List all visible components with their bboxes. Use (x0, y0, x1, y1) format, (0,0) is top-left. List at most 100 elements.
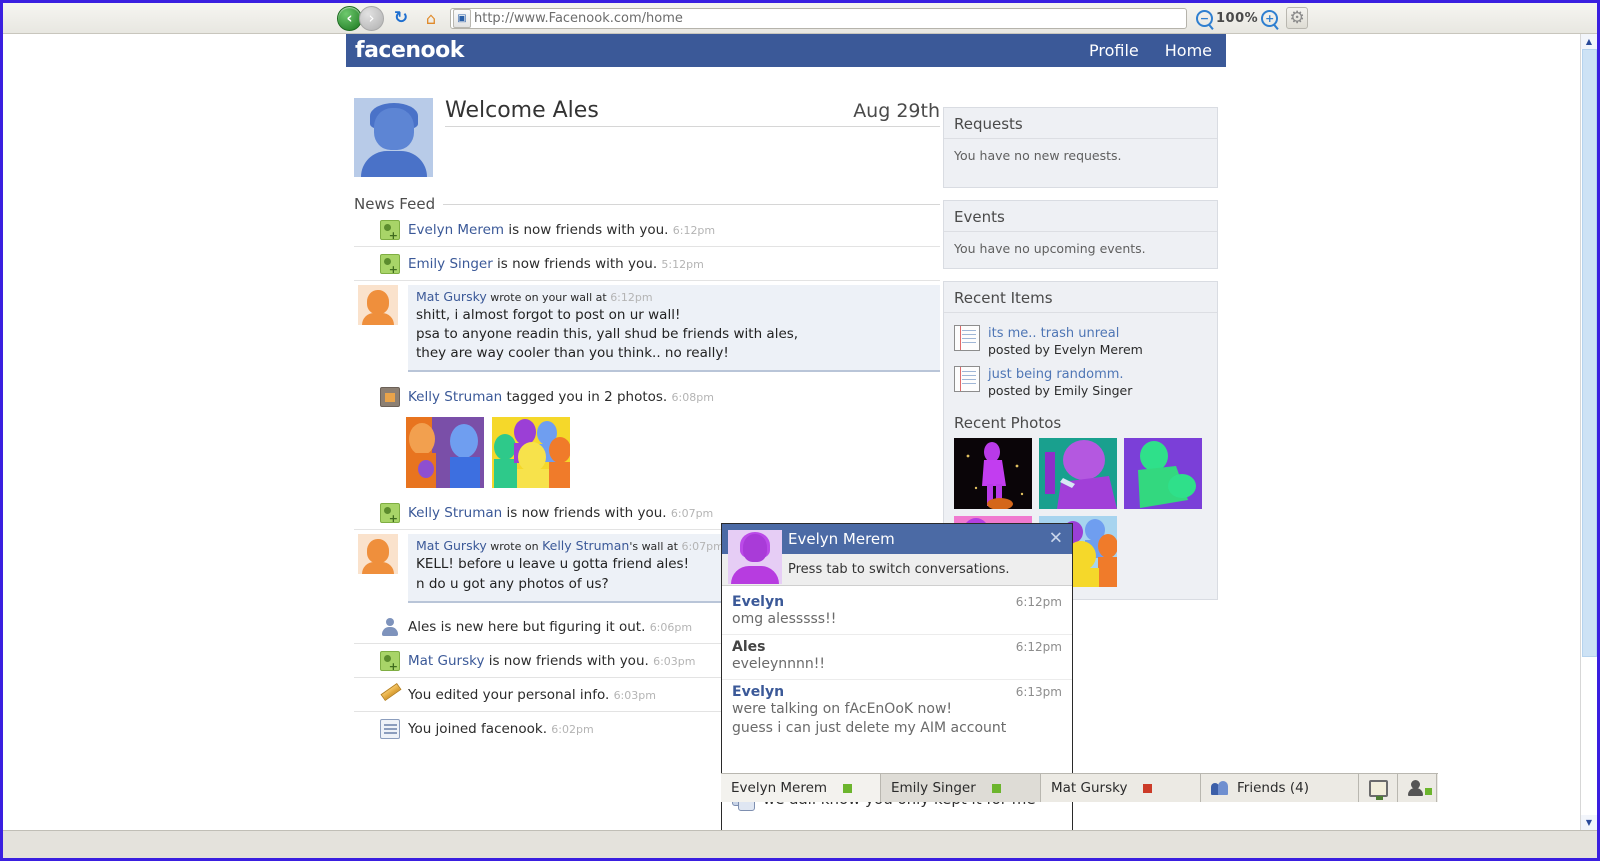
feed-person-link[interactable]: Mat Gursky (416, 538, 487, 553)
reload-button[interactable]: ↻ (388, 5, 414, 31)
friends-count-label: Friends (4) (1237, 780, 1309, 796)
scrollbar-thumb[interactable] (1582, 49, 1597, 657)
feed-person-link[interactable]: Evelyn Merem (408, 222, 504, 238)
wall-post-line: shitt, i almost forgot to post on ur wal… (416, 307, 681, 323)
page-title: Welcome Ales (445, 98, 599, 123)
photo-thumbnail[interactable] (406, 417, 484, 489)
feed-item-friend[interactable]: Emily Singer is now friends with you. 5:… (354, 247, 940, 281)
chat-message-header: Evelyn 6:12pm (732, 594, 1062, 610)
avatar[interactable] (358, 285, 398, 325)
chat-message: Evelyn 6:12pm omg alesssss!! (722, 590, 1072, 636)
feed-timestamp: 6:08pm (671, 391, 714, 405)
feed-person-link[interactable]: Mat Gursky (416, 289, 487, 304)
feed-action-text: tagged you in 2 photos. (502, 389, 668, 406)
recent-photos-title: Recent Photos (954, 413, 1062, 432)
status-badge (1143, 783, 1153, 793)
gear-icon[interactable]: ⚙ (1286, 7, 1309, 29)
avatar-body (362, 313, 394, 325)
friends-list-button[interactable]: Friends (4) (1201, 774, 1359, 802)
vertical-scrollbar[interactable]: ▲ ▼ (1580, 34, 1597, 830)
recent-items-list: its me.. trash unreal posted by Evelyn M… (944, 313, 1217, 406)
chat-message-line: were talking on fAcEnOoK now! (732, 701, 953, 718)
chat-message: Ales 6:12pm eveleynnnn!! (722, 635, 1072, 681)
avatar[interactable] (358, 534, 398, 575)
chat-message: Evelyn 6:13pm were talking on fAcEnOoK n… (722, 680, 1072, 743)
browser-toolbar: ‹ › ↻ ⌂ ▣ http://www.Facenook.com/home −… (3, 3, 1597, 34)
photo-thumbnail[interactable] (1039, 437, 1117, 509)
scroll-up-button[interactable]: ▲ (1581, 34, 1597, 49)
feed-item-text: Ales is new here but figuring it out. 6:… (408, 616, 692, 636)
feed-action-text: is now friends with you. (492, 256, 658, 272)
feed-person-link[interactable]: Kelly Struman (408, 505, 502, 521)
list-item[interactable]: its me.. trash unreal posted by Evelyn M… (954, 322, 1207, 363)
feed-person-link[interactable]: Emily Singer (408, 256, 493, 272)
chat-tab-emily-singer[interactable]: Emily Singer (881, 774, 1041, 802)
photo-thumbnail[interactable] (954, 437, 1032, 509)
requests-panel-body: You have no new requests. (954, 148, 1122, 163)
site-nav: Profile Home (1089, 41, 1212, 60)
chat-message-list: Evelyn 6:12pm omg alesssss!! Ales 6:12pm… (722, 586, 1072, 778)
photo-thumbnail[interactable] (1124, 437, 1202, 509)
home-button[interactable]: ⌂ (418, 5, 444, 31)
forward-button[interactable]: › (359, 5, 384, 31)
taskbar-monitor-button[interactable] (1359, 774, 1398, 802)
feed-person-link[interactable]: Mat Gursky (408, 653, 484, 669)
recent-item-link[interactable]: its me.. trash unreal (988, 326, 1119, 341)
avatar-head (367, 290, 389, 314)
site-logo[interactable]: facenook (355, 38, 464, 63)
avatar-head (367, 539, 389, 564)
avatar-body (731, 566, 779, 584)
feed-item-tagged[interactable]: Kelly Struman tagged you in 2 photos. 6:… (354, 376, 940, 413)
scroll-down-button[interactable]: ▼ (1581, 815, 1597, 830)
chat-hint-text: Press tab to switch conversations. (788, 562, 1010, 577)
friend-add-icon (380, 503, 400, 524)
friend-add-icon (380, 220, 400, 241)
status-badge (991, 783, 1001, 793)
scrollbar-track[interactable] (1581, 49, 1597, 815)
feed-action-text: Ales is new here but figuring it out. (408, 618, 646, 635)
feed-action-text: is now friends with you. (504, 222, 669, 238)
site-header: facenook Profile Home (346, 34, 1226, 67)
nav-link-home[interactable]: Home (1165, 41, 1212, 60)
feed-timestamp: 6:03pm (613, 688, 656, 702)
feed-person-link[interactable]: Kelly Struman (408, 389, 502, 405)
avatar[interactable] (354, 98, 433, 177)
profile-header-right: Welcome Ales Aug 29th (445, 98, 940, 127)
list-item[interactable]: just being randomm. posted by Emily Sing… (954, 363, 1207, 404)
avatar-head (743, 534, 767, 562)
chat-message-sender: Evelyn (732, 684, 785, 701)
friend-add-icon (380, 254, 400, 275)
close-icon[interactable]: ✕ (1049, 530, 1063, 548)
wall-meta-text: wrote on your wall at (486, 291, 611, 304)
feed-person-link-secondary[interactable]: Kelly Struman (542, 538, 629, 553)
events-panel-title: Events (944, 201, 1217, 232)
zoom-in-icon[interactable]: + (1261, 9, 1279, 27)
wall-meta-text: wrote on (486, 540, 543, 554)
feed-item-wall-post[interactable]: Mat Gursky wrote on your wall at 6:12pm … (354, 281, 940, 376)
photo-thumbnail[interactable] (492, 417, 570, 489)
wall-post-line: they are way cooler than you think.. no … (416, 345, 729, 362)
tagged-photo-list (354, 413, 940, 496)
chat-message-line: eveleynnnn!! (732, 656, 826, 673)
feed-action-text: is now friends with you. (484, 652, 649, 669)
feed-item-text: Mat Gursky is now friends with you. 6:03… (408, 650, 696, 670)
chat-message-time: 6:12pm (1015, 595, 1062, 609)
taskbar-contact-button[interactable] (1398, 774, 1437, 802)
requests-panel: Requests You have no new requests. (943, 107, 1218, 188)
feed-item-friend[interactable]: Evelyn Merem is now friends with you. 6:… (354, 213, 940, 247)
chat-taskbar: Evelyn Merem Emily Singer Mat Gursky Fri… (721, 773, 1438, 802)
welcome-row: Welcome Ales Aug 29th (445, 98, 940, 126)
nav-link-profile[interactable]: Profile (1089, 41, 1139, 60)
zoom-controls: − 100% + (1196, 9, 1279, 27)
recent-item-link[interactable]: just being randomm. (988, 367, 1124, 382)
zoom-out-icon[interactable]: − (1196, 9, 1213, 27)
welcome-divider (445, 126, 940, 127)
photo-thumbnail-placeholder (1124, 516, 1202, 587)
wall-post-meta: Mat Gursky wrote on your wall at 6:12pm (416, 289, 932, 304)
chat-tab-evelyn-merem[interactable]: Evelyn Merem (721, 774, 881, 802)
avatar[interactable] (728, 530, 782, 584)
chat-message-time: 6:12pm (1015, 640, 1062, 655)
address-bar[interactable]: ▣ http://www.Facenook.com/home (450, 7, 1187, 29)
browser-status-bar (3, 830, 1597, 858)
chat-tab-mat-gursky[interactable]: Mat Gursky (1041, 774, 1201, 802)
